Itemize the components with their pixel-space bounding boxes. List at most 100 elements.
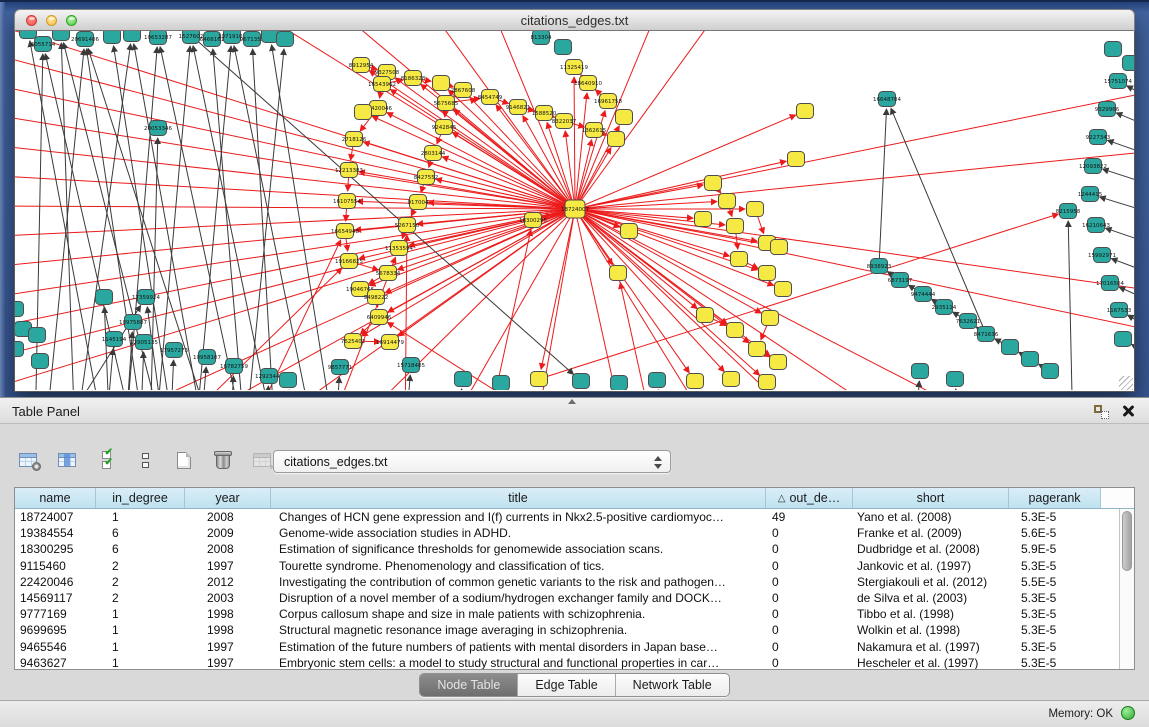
graph-node[interactable] — [747, 202, 764, 217]
table-cell[interactable]: 1998 — [185, 622, 271, 638]
table-cell[interactable]: 0 — [766, 639, 853, 655]
graph-node[interactable]: 17016504 — [1096, 276, 1124, 291]
table-cell[interactable]: Nakamura et al. (1997) — [853, 639, 1009, 655]
show-columns-icon[interactable] — [55, 447, 79, 473]
graph-node[interactable]: 10958107 — [193, 350, 221, 365]
column-header-short[interactable]: short — [853, 488, 1009, 508]
table-cell[interactable]: 0 — [766, 525, 853, 541]
graph-node[interactable]: 12093822 — [1079, 159, 1107, 174]
graph-node[interactable]: 9671355 — [240, 32, 265, 47]
table-cell[interactable]: 0 — [766, 574, 853, 590]
table-cell[interactable]: Genome-wide association studies in ADHD. — [271, 525, 766, 541]
table-cell[interactable]: 18300295 — [15, 541, 96, 557]
graph-node[interactable] — [32, 354, 49, 369]
table-cell[interactable]: 1 — [96, 639, 185, 655]
graph-node[interactable]: 5267150 — [395, 218, 420, 233]
graph-node[interactable]: 19166825 — [335, 254, 363, 269]
table-cell[interactable]: 19384554 — [15, 525, 96, 541]
graph-node[interactable]: 9857771 — [328, 360, 353, 375]
table-cell[interactable]: Tourette syndrome. Phenomenology and cla… — [271, 558, 766, 574]
column-header-pagerank[interactable]: pagerank — [1009, 488, 1101, 508]
table-cell[interactable]: Wolkin et al. (1998) — [853, 622, 1009, 638]
table-cell[interactable]: 1997 — [185, 558, 271, 574]
graph-node[interactable] — [649, 373, 666, 388]
graph-node[interactable] — [1022, 352, 1039, 367]
network-canvas[interactable]: 4055714206914061065328715276026466161107… — [15, 31, 1134, 390]
table-row[interactable]: 1456911722003Disruption of a novel membe… — [15, 590, 1134, 606]
graph-node[interactable]: 16654948 — [331, 224, 359, 239]
table-cell[interactable]: 0 — [766, 590, 853, 606]
table-cell[interactable]: Disruption of a novel member of a sodium… — [271, 590, 766, 606]
column-header-in-degree[interactable]: in_degree — [96, 488, 185, 508]
table-cell[interactable]: 2003 — [185, 590, 271, 606]
graph-node[interactable] — [1115, 332, 1132, 347]
graph-node[interactable] — [555, 40, 572, 55]
graph-node[interactable] — [731, 252, 748, 267]
graph-node[interactable] — [611, 376, 628, 391]
delete-table-icon[interactable]: × — [250, 447, 274, 473]
delete-column-icon[interactable] — [211, 447, 235, 473]
table-cell[interactable]: 2 — [96, 574, 185, 590]
table-cell[interactable]: 9777169 — [15, 606, 96, 622]
graph-node[interactable] — [695, 212, 712, 227]
network-view-window[interactable]: citations_edges.txt 40557142069140610653… — [14, 9, 1135, 392]
table-cell[interactable]: Corpus callosum shape and size in male p… — [271, 606, 766, 622]
graph-node[interactable]: 9329966 — [1095, 102, 1120, 117]
table-cell[interactable]: 1997 — [185, 639, 271, 655]
table-mode-icon[interactable] — [16, 447, 40, 473]
graph-node[interactable]: 917004 — [408, 195, 429, 210]
graph-node[interactable]: 11325419 — [560, 60, 588, 75]
scrollbar-thumb[interactable] — [1122, 511, 1132, 571]
graph-node[interactable] — [15, 342, 24, 357]
graph-node[interactable] — [1042, 364, 1059, 379]
graph-node[interactable] — [124, 31, 141, 42]
vertical-scrollbar[interactable] — [1119, 509, 1134, 669]
table-cell[interactable]: 5.3E-5 — [1009, 509, 1101, 525]
graph-node[interactable] — [759, 375, 776, 390]
graph-node[interactable] — [96, 290, 113, 305]
table-cell[interactable]: Investigating the contribution of common… — [271, 574, 766, 590]
table-cell[interactable]: 5.3E-5 — [1009, 606, 1101, 622]
graph-node[interactable]: 9498222 — [364, 290, 389, 305]
table-cell[interactable]: 1 — [96, 655, 185, 670]
table-cell[interactable]: 49 — [766, 509, 853, 525]
table-cell[interactable]: 9699695 — [15, 622, 96, 638]
table-cell[interactable]: Stergiakouli et al. (2012) — [853, 574, 1009, 590]
resize-grip-icon[interactable] — [1119, 376, 1133, 390]
graph-node[interactable] — [687, 374, 704, 389]
table-cell[interactable]: 1 — [96, 509, 185, 525]
table-cell[interactable]: Jankovic et al. (1997) — [853, 558, 1009, 574]
graph-node[interactable]: 8454749 — [478, 90, 503, 105]
table-row[interactable]: 946362711997Embryonic stem cells: a mode… — [15, 655, 1134, 670]
graph-node[interactable] — [104, 31, 121, 44]
column-header-year[interactable]: year — [185, 488, 271, 508]
tab-network-table[interactable]: Network Table — [615, 674, 729, 696]
graph-node[interactable]: 16210643 — [1082, 218, 1110, 233]
graph-node[interactable] — [947, 372, 964, 387]
graph-node[interactable] — [621, 224, 638, 239]
graph-node[interactable]: 10975887 — [119, 315, 147, 330]
graph-node[interactable] — [15, 302, 24, 317]
table-cell[interactable]: 2008 — [185, 541, 271, 557]
graph-node[interactable]: 16648784 — [873, 92, 901, 107]
table-cell[interactable]: 2 — [96, 590, 185, 606]
table-cell[interactable]: 5.3E-5 — [1009, 558, 1101, 574]
table-cell[interactable]: 6 — [96, 525, 185, 541]
graph-node[interactable]: 15718485 — [397, 358, 425, 373]
graph-node[interactable]: 18640910 — [574, 76, 602, 91]
graph-node[interactable] — [610, 266, 627, 281]
graph-node[interactable] — [770, 355, 787, 370]
table-cell[interactable]: 5.3E-5 — [1009, 639, 1101, 655]
table-cell[interactable]: 1997 — [185, 655, 271, 670]
table-row[interactable]: 1872400712008Changes of HCN gene express… — [15, 509, 1134, 525]
table-row[interactable]: 911546021997Tourette syndrome. Phenomeno… — [15, 558, 1134, 574]
graph-node[interactable]: 1244415 — [1078, 187, 1103, 202]
graph-node[interactable]: 12213383 — [335, 163, 363, 178]
graph-node[interactable] — [797, 104, 814, 119]
graph-node[interactable] — [759, 266, 776, 281]
table-cell[interactable]: Tibbo et al. (1998) — [853, 606, 1009, 622]
table-cell[interactable]: 2012 — [185, 574, 271, 590]
row-height-icon[interactable] — [133, 447, 157, 473]
graph-node[interactable] — [788, 152, 805, 167]
tab-edge-table[interactable]: Edge Table — [517, 674, 614, 696]
